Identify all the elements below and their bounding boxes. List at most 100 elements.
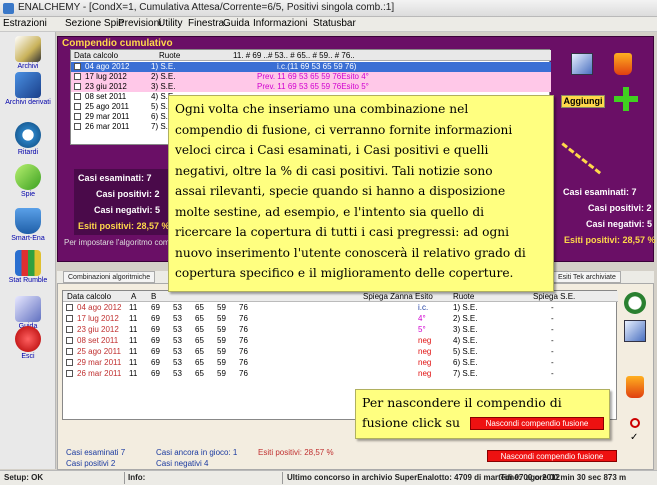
row-number: 11 <box>129 325 138 334</box>
bucket-icon[interactable] <box>614 53 632 75</box>
row-number: 11 <box>129 303 138 312</box>
bucket-icon[interactable] <box>626 376 644 398</box>
compendio-row[interactable]: 17 lug 2012 2) S.E. Prev. 11 69 53 65 59… <box>71 72 551 82</box>
row-ruote: 3) S.E. <box>453 325 478 334</box>
row-checkbox[interactable] <box>66 337 73 344</box>
toolbar-esci[interactable]: Esci <box>0 326 56 360</box>
col-header-ruote[interactable]: Ruote <box>453 292 474 301</box>
toolbar-stat-rumble[interactable]: Stat Rumble <box>0 250 56 284</box>
row-number: 69 <box>151 336 160 345</box>
lower-stat-positivi: Casi positivi 2 <box>66 459 116 468</box>
col-header-spiega-zanna[interactable]: Spiega Zanna <box>363 292 413 301</box>
row-number: 53 <box>173 358 182 367</box>
tab-esiti-tek[interactable]: Esiti Tek archiviate <box>553 271 621 283</box>
row-number: 76 <box>239 358 248 367</box>
row-date: 25 ago 2011 <box>77 347 121 356</box>
row-number: 11 <box>129 347 138 356</box>
table-row[interactable]: 25 ago 2011 11 69 53 65 59 76 neg 5) S.E. - <box>63 347 618 357</box>
toolbar-ritardi[interactable]: Ritardi <box>0 122 56 156</box>
aggiungi-button[interactable]: Aggiungi <box>561 95 605 108</box>
row-number: 53 <box>173 303 182 312</box>
check-icon[interactable]: ✓ <box>630 432 638 443</box>
menu-previsioni[interactable]: Previsioni <box>118 18 161 29</box>
menu-statusbar[interactable]: Statusbar <box>313 18 356 29</box>
row-checkbox[interactable] <box>66 304 73 311</box>
row-number: 69 <box>151 314 160 323</box>
col-header-comb[interactable]: 11. # 69 ..# 53.. # 65.. # 59.. # 76.. <box>209 50 551 61</box>
shield-icon <box>15 208 41 234</box>
row-number: 53 <box>173 325 182 334</box>
row-number: 11 <box>129 314 138 323</box>
spy-icon <box>15 164 41 190</box>
plus-icon[interactable] <box>614 87 638 111</box>
row-number: 65 <box>195 358 204 367</box>
row-checkbox[interactable] <box>66 326 73 333</box>
col-header-a[interactable]: A <box>131 292 136 301</box>
table-row[interactable]: 08 set 2011 11 69 53 65 59 76 neg 4) S.E. - <box>63 336 618 346</box>
menu-finestra[interactable]: Finestra <box>188 18 224 29</box>
row-esito: neg <box>418 336 432 345</box>
col-header-spiega-se[interactable]: Spiega S.E. <box>533 292 575 301</box>
tooltip-hide: Per nascondere il compendio di fusione c… <box>355 389 610 439</box>
row-number: 59 <box>217 336 226 345</box>
toolbar-guida[interactable]: Guida <box>0 296 56 330</box>
no-icon[interactable] <box>630 418 640 428</box>
menu-estrazioni[interactable]: Estrazioni <box>3 18 47 29</box>
row-number: 59 <box>217 325 226 334</box>
row-spiega: - <box>551 358 554 367</box>
hide-compendio-button-main[interactable]: Nascondi compendio fusione <box>487 450 617 462</box>
row-esito: i.c. <box>418 303 429 312</box>
document-icon[interactable] <box>624 320 646 342</box>
left-toolbar: Archivi Archivi derivati Ritardi Spie Sm… <box>0 32 56 469</box>
toolbar-spie[interactable]: Spie <box>0 164 56 198</box>
pencil-icon <box>15 36 41 62</box>
row-number: 69 <box>151 358 160 367</box>
row-date: 23 giu 2012 <box>77 325 119 334</box>
table-row[interactable]: 23 giu 2012 11 69 53 65 59 76 5° 3) S.E. - <box>63 325 618 335</box>
toolbar-smart-ena[interactable]: Smart-Ena <box>0 208 56 242</box>
menu-informazioni[interactable]: Informazioni <box>253 18 307 29</box>
col-header-date[interactable]: Data calcolo <box>71 50 139 61</box>
table-row[interactable]: 26 mar 2011 11 69 53 65 59 76 neg 7) S.E. - <box>63 369 618 379</box>
row-esito: neg <box>418 347 432 356</box>
lower-stat-negativi: Casi negativi 4 <box>156 459 209 468</box>
lower-panel: Data calcolo A B Spiega Zanna Esito Ruot… <box>57 283 654 470</box>
table-row[interactable]: 17 lug 2012 11 69 53 65 59 76 4° 2) S.E. - <box>63 314 618 324</box>
row-spiega: - <box>551 314 554 323</box>
menu-sezione-spie[interactable]: Sezione Spie <box>65 18 124 29</box>
tab-combinazioni[interactable]: Combinazioni algoritmiche <box>63 271 156 283</box>
col-header-ruote[interactable]: Ruote <box>139 50 209 61</box>
compendio-row[interactable]: 23 giu 2012 3) S.E. Prev. 11 69 53 65 59… <box>71 82 551 92</box>
row-checkbox[interactable] <box>66 315 73 322</box>
table-row[interactable]: 04 ago 2012 11 69 53 65 59 76 i.c. 1) S.E. - <box>63 303 618 313</box>
bar-chart-icon <box>15 250 41 276</box>
menu-utility[interactable]: Utility <box>158 18 182 29</box>
row-number: 65 <box>195 325 204 334</box>
row-spiega: - <box>551 303 554 312</box>
row-number: 69 <box>151 303 160 312</box>
row-number: 11 <box>129 358 138 367</box>
menu-guida[interactable]: Guida <box>223 18 250 29</box>
row-ruote: 4) S.E. <box>453 336 478 345</box>
toolbar-archivi-derivati[interactable]: Archivi derivati <box>0 72 56 106</box>
stat-esiti: Esiti positivi: 28,57 % <box>78 221 170 231</box>
compendio-row[interactable]: 04 ago 2012 1) S.E. i.c.(11 69 53 65 59 … <box>71 62 551 72</box>
row-checkbox[interactable] <box>66 370 73 377</box>
table-row[interactable]: 29 mar 2011 11 69 53 65 59 76 neg 6) S.E. - <box>63 358 618 368</box>
status-setup: Setup: OK <box>4 473 44 482</box>
row-esito: neg <box>418 358 432 367</box>
row-checkbox[interactable] <box>66 359 73 366</box>
row-ruote: 2) S.E. <box>453 314 478 323</box>
document-icon[interactable] <box>571 53 593 75</box>
hide-compendio-button-tooltip[interactable]: Nascondi compendio fusione <box>470 417 604 430</box>
clock-icon <box>15 122 41 148</box>
row-spiega: - <box>551 369 554 378</box>
col-header-esito[interactable]: Esito <box>415 292 433 301</box>
col-header-b[interactable]: B <box>151 292 156 301</box>
row-spiega: - <box>551 347 554 356</box>
col-header-data[interactable]: Data calcolo <box>67 292 111 301</box>
row-checkbox[interactable] <box>66 348 73 355</box>
row-number: 59 <box>217 369 226 378</box>
toolbar-archivi[interactable]: Archivi <box>0 36 56 70</box>
magnifier-icon[interactable] <box>624 292 646 314</box>
